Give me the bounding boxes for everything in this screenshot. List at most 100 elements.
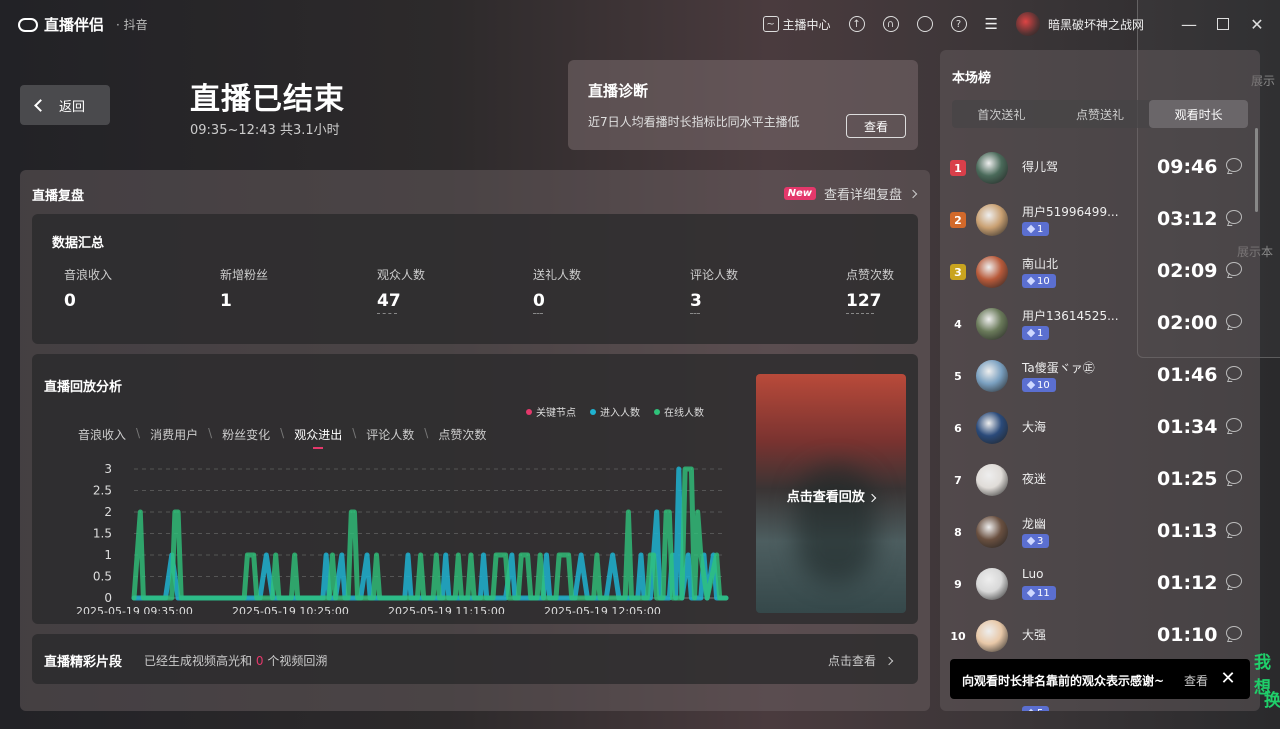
comment-icon[interactable] (1226, 574, 1242, 588)
data-point (495, 554, 497, 556)
anchor-center-label: 主播中心 (782, 17, 831, 32)
replay-thumbnail[interactable]: 点击查看回放 (756, 374, 906, 613)
audience-chart[interactable]: 0 0.5 1 1.5 2 2.5 3 2025-05-19 09:35:00 2025-05-… (32, 444, 742, 614)
avatar[interactable] (976, 360, 1008, 392)
data-point (703, 554, 705, 556)
y-tick-label: 1.5 (93, 527, 112, 541)
comment-icon[interactable] (1226, 626, 1242, 640)
analysis-title: 直播回放分析 (44, 380, 123, 395)
diagnosis-title: 直播诊断 (588, 82, 649, 100)
user-profile[interactable]: 暗黑破坏神之战网 (1015, 12, 1144, 36)
stat-gifters[interactable]: 送礼人数 0 (533, 266, 581, 314)
legend-item: 在线人数 (654, 404, 704, 419)
data-point (712, 554, 715, 556)
data-point (133, 597, 135, 599)
avatar[interactable] (976, 152, 1008, 184)
data-point (246, 554, 248, 556)
list-item: 3 南山北 10 02:09 (940, 248, 1260, 300)
comment-icon[interactable] (1226, 262, 1242, 276)
ranking-scrollbar[interactable] (1255, 128, 1258, 212)
y-tick-label: 0 (104, 591, 112, 605)
tab-revenue[interactable]: 音浪收入 (78, 426, 126, 443)
legend-item: 进入人数 (590, 404, 640, 419)
tab-first-gift[interactable]: 首次送礼 (952, 100, 1051, 128)
comment-icon[interactable] (1226, 158, 1242, 172)
rank-number: 7 (954, 473, 962, 487)
stat-commenters[interactable]: 评论人数 3 (690, 266, 738, 314)
viewer-name: 龙幽 (1022, 517, 1047, 531)
data-point (653, 554, 655, 556)
upload-button[interactable]: ↑ (848, 16, 865, 32)
data-point (294, 554, 296, 556)
data-point (243, 597, 245, 599)
data-point (372, 597, 374, 599)
highlights-view-link[interactable]: 点击查看 (828, 652, 894, 669)
back-label: 返回 (59, 99, 86, 115)
tab-likes[interactable]: 点赞次数 (438, 426, 486, 443)
data-summary: 数据汇总 音浪收入 0 新增粉丝 1 观众人数 47 送礼人数 0 评论人数 3… (32, 214, 918, 344)
comment-icon[interactable] (1226, 314, 1242, 328)
viewer-name: 大海 (1022, 420, 1047, 434)
list-item: 4 用户13614525... 1 02:00 (940, 300, 1260, 352)
data-point (684, 468, 686, 470)
ranking-title: 本场榜 (952, 71, 992, 86)
tab-fans[interactable]: 粉丝变化 (222, 426, 270, 443)
messages-button[interactable] (916, 16, 933, 32)
diamond-icon (1026, 536, 1036, 546)
new-badge: New (783, 187, 816, 200)
tab-like-gift[interactable]: 点赞送礼 (1051, 100, 1150, 128)
diamond-icon (1026, 588, 1036, 598)
data-point (328, 597, 330, 599)
help-icon: ? (950, 16, 967, 32)
platform-label: · 抖音 (116, 18, 148, 32)
summary-title: 数据汇总 (52, 236, 105, 251)
legend-label: 在线人数 (664, 408, 704, 419)
avatar[interactable] (976, 620, 1008, 652)
legend-dot (590, 408, 596, 415)
comment-icon[interactable] (1226, 210, 1242, 224)
data-point (297, 597, 299, 599)
comment-icon[interactable] (1226, 522, 1242, 536)
dashed-underline (377, 313, 397, 314)
tab-audience-flow[interactable]: 观众进出 (294, 426, 342, 449)
avatar[interactable] (976, 204, 1008, 236)
comment-icon[interactable] (1226, 470, 1242, 484)
avatar[interactable] (976, 412, 1008, 444)
anchor-center-button[interactable]: ~ 主播中心 (762, 16, 831, 33)
stat-likes[interactable]: 点赞次数 127 (846, 266, 894, 314)
x-tick-label: 2025-05-19 09:35:00 (76, 605, 193, 614)
data-point (656, 511, 658, 513)
thank-view-button[interactable]: 查看 (1184, 672, 1208, 689)
back-button[interactable]: 返回 (20, 85, 110, 125)
replay-thumbnail-image (796, 464, 876, 584)
menu-button[interactable]: ☰ (985, 15, 998, 33)
data-point (693, 597, 696, 599)
data-point (649, 597, 652, 599)
avatar[interactable] (976, 256, 1008, 288)
data-point (253, 554, 255, 556)
avatar[interactable] (976, 568, 1008, 600)
data-point (624, 597, 626, 599)
avatar[interactable] (976, 464, 1008, 496)
legend-label: 进入人数 (600, 408, 640, 419)
stat-viewers[interactable]: 观众人数 47 (377, 266, 425, 314)
avatar[interactable] (976, 516, 1008, 548)
data-point (671, 597, 674, 599)
data-point (630, 597, 633, 599)
data-point (706, 597, 708, 599)
tab-consumers[interactable]: 消费用户 (150, 426, 198, 443)
thank-close-button[interactable]: ✕ (1218, 669, 1238, 689)
avatar[interactable] (976, 308, 1008, 340)
comment-icon[interactable] (1226, 366, 1242, 380)
data-point (697, 511, 699, 513)
diagnosis-view-button[interactable]: 查看 (846, 114, 906, 138)
comment-icon[interactable] (1226, 418, 1242, 432)
stat-value: 127 (846, 291, 882, 311)
help-button[interactable]: ? (950, 16, 967, 32)
detail-review-link[interactable]: New 查看详细复盘 (783, 184, 918, 203)
tab-watch-time[interactable]: 观看时长 (1149, 100, 1249, 128)
data-point (690, 468, 693, 470)
support-button[interactable]: ∩ (882, 16, 899, 32)
tab-comments[interactable]: 评论人数 (366, 426, 414, 443)
fan-badge: 3 (1022, 534, 1050, 548)
